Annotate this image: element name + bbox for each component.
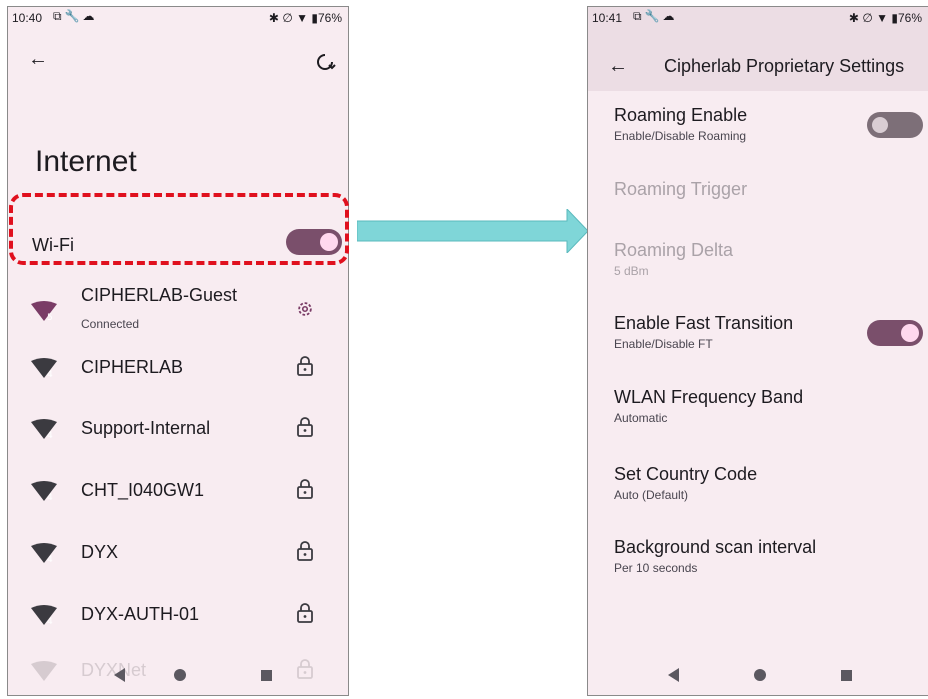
wifi-signal-icon: 4: [31, 358, 57, 380]
wifi-generation-badge: 4: [47, 493, 53, 503]
network-row[interactable]: 4 Support-Internal: [8, 410, 348, 470]
setting-item[interactable]: Enable Fast Transition Enable/Disable FT: [614, 313, 793, 351]
navigation-bar: [8, 655, 348, 695]
battery-icon: ▮: [311, 11, 318, 25]
refresh-icon[interactable]: [314, 51, 336, 73]
lock-icon: [297, 541, 313, 561]
flow-arrow: [357, 209, 589, 253]
network-name: Support-Internal: [81, 418, 211, 438]
network-row[interactable]: 4 DYX-AUTH-01: [8, 596, 348, 656]
notification-icons: ⧉🔧☁: [633, 9, 678, 23]
setting-item: Roaming Delta 5 dBm: [614, 240, 733, 278]
wifi-generation-badge: 5: [47, 313, 53, 323]
setting-toggle[interactable]: [867, 320, 923, 346]
setting-title: Background scan interval: [614, 537, 817, 557]
nav-back-icon[interactable]: [668, 668, 679, 682]
network-name: CIPHERLAB: [81, 357, 184, 377]
nav-home-icon[interactable]: [174, 669, 186, 681]
battery-level: 76%: [317, 11, 342, 25]
cipherlab-settings-screen: 10:41 ⧉🔧☁ ✱ ∅ ▼ ▮76% ← Cipherlab Proprie…: [587, 6, 928, 696]
wifi-signal-icon: 4: [31, 419, 57, 441]
wifi-generation-badge: 4: [47, 555, 53, 565]
network-name: DYX: [81, 542, 119, 562]
setting-item[interactable]: WLAN Frequency Band Automatic: [614, 387, 803, 425]
lock-icon: [297, 356, 313, 376]
network-status: Connected: [81, 317, 140, 331]
wifi-status-icon: ▼: [296, 11, 309, 25]
notification-icons: ⧉🔧☁: [53, 9, 98, 23]
wifi-signal-icon: 4: [31, 481, 57, 503]
setting-summary: Per 10 seconds: [614, 561, 698, 575]
status-time: 10:40: [12, 11, 43, 25]
wifi-status-icon: ▼: [876, 11, 889, 25]
wifi-signal-icon: 5: [31, 301, 57, 323]
page-title: Cipherlab Proprietary Settings: [664, 56, 905, 76]
wifi-signal-icon: 4: [31, 605, 57, 627]
setting-item[interactable]: Set Country Code Auto (Default): [614, 464, 757, 502]
setting-summary: Automatic: [614, 411, 668, 425]
system-status-icons: ✱ ∅ ▼ ▮76%: [849, 11, 922, 25]
wifi-highlight-box: [9, 193, 349, 265]
lock-icon: [297, 417, 313, 437]
setting-summary: Enable/Disable FT: [614, 337, 713, 351]
wifi-generation-badge: 4: [47, 431, 53, 441]
setting-title: Roaming Enable: [614, 105, 748, 125]
setting-item[interactable]: Background scan interval Per 10 seconds: [614, 537, 816, 575]
setting-title: WLAN Frequency Band: [614, 387, 804, 407]
nav-recents-icon[interactable]: [841, 670, 852, 681]
setting-title: Roaming Delta: [614, 240, 734, 260]
network-row[interactable]: 4 DYX: [8, 534, 348, 594]
battery-level: 76%: [897, 11, 922, 25]
internet-settings-screen: 10:40 ⧉🔧☁ ✱ ∅ ▼ ▮76% ← Internet Wi-Fi 5 …: [7, 6, 349, 696]
setting-title: Enable Fast Transition: [614, 313, 794, 333]
app-bar: ← Cipherlab Proprietary Settings: [588, 29, 928, 91]
status-bar: 10:40 ⧉🔧☁ ✱ ∅ ▼ ▮76%: [8, 7, 348, 29]
back-arrow-icon[interactable]: ←: [28, 49, 48, 69]
status-time: 10:41: [592, 11, 623, 25]
mute-icon: ∅: [282, 11, 293, 25]
network-name: CIPHERLAB-Guest: [81, 285, 238, 305]
network-name: DYX-AUTH-01: [81, 604, 200, 624]
setting-title: Set Country Code: [614, 464, 758, 484]
mute-icon: ∅: [862, 11, 873, 25]
setting-summary: 5 dBm: [614, 264, 649, 278]
bluetooth-icon: ✱: [848, 11, 859, 25]
bluetooth-icon: ✱: [268, 11, 279, 25]
system-status-icons: ✱ ∅ ▼ ▮76%: [269, 11, 342, 25]
setting-summary: Auto (Default): [614, 488, 689, 502]
back-arrow-icon[interactable]: ←: [608, 56, 628, 76]
nav-recents-icon[interactable]: [261, 670, 272, 681]
nav-back-icon[interactable]: [114, 668, 125, 682]
navigation-bar: [588, 655, 928, 695]
nav-home-icon[interactable]: [754, 669, 766, 681]
network-name: CHT_I040GW1: [81, 480, 205, 500]
wifi-signal-icon: 4: [31, 543, 57, 565]
wifi-generation-badge: 4: [47, 370, 53, 380]
battery-icon: ▮: [891, 11, 898, 25]
network-row[interactable]: 5 CIPHERLAB-Guest Connected: [8, 285, 348, 345]
setting-toggle[interactable]: [867, 112, 923, 138]
lock-icon: [297, 603, 313, 623]
setting-item: Roaming Trigger: [614, 179, 747, 200]
gear-icon[interactable]: [296, 299, 314, 319]
setting-item[interactable]: Roaming Enable Enable/Disable Roaming: [614, 105, 747, 143]
lock-icon: [297, 479, 313, 499]
network-row[interactable]: 4 CHT_I040GW1: [8, 472, 348, 532]
wifi-generation-badge: 4: [47, 617, 53, 627]
setting-title: Roaming Trigger: [614, 179, 748, 199]
status-bar: 10:41 ⧉🔧☁ ✱ ∅ ▼ ▮76%: [588, 7, 928, 29]
setting-summary: Enable/Disable Roaming: [614, 129, 747, 143]
page-title: Internet: [35, 145, 137, 178]
network-row[interactable]: 4 CIPHERLAB: [8, 349, 348, 409]
